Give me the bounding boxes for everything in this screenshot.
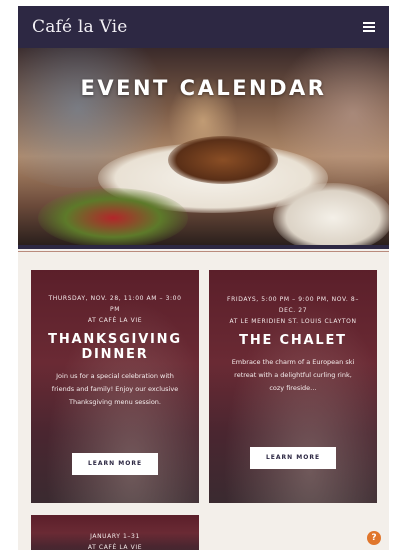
- event-date-text: THURSDAY, NOV. 28, 11:00 AM – 3:00 PM: [48, 295, 182, 313]
- event-title[interactable]: THE CHALET: [209, 333, 377, 348]
- event-location-text: AT CAFÉ LA VIE: [87, 544, 143, 550]
- event-date: THURSDAY, NOV. 28, 11:00 AM – 3:00 PM AT…: [31, 293, 199, 326]
- hero-photo-side-plate: [273, 183, 389, 245]
- hero-divider-accent: [18, 251, 389, 252]
- hamburger-menu-icon[interactable]: [363, 22, 375, 32]
- event-date-text: JANUARY 1–31: [90, 533, 140, 540]
- event-card-chalet[interactable]: FRIDAYS, 5:00 PM – 9:00 PM, NOV. 8–DEC. …: [209, 270, 377, 503]
- event-card-thanksgiving[interactable]: THURSDAY, NOV. 28, 11:00 AM – 3:00 PM AT…: [31, 270, 199, 503]
- learn-more-button[interactable]: LEARN MORE: [72, 453, 158, 475]
- page-title: EVENT CALENDAR: [80, 76, 327, 100]
- top-navigation-bar: Café la Vie: [18, 6, 389, 48]
- event-card-january[interactable]: JANUARY 1–31 AT CAFÉ LA VIE: [31, 515, 199, 550]
- page-viewport: Café la Vie EVENT CALENDAR THURSDAY, NOV…: [18, 6, 389, 550]
- event-date-text: FRIDAYS, 5:00 PM – 9:00 PM, NOV. 8–DEC. …: [227, 296, 359, 314]
- event-date: JANUARY 1–31 AT CAFÉ LA VIE: [31, 531, 199, 550]
- event-description: Embrace the charm of a European ski retr…: [231, 358, 355, 392]
- help-icon[interactable]: ?: [367, 531, 381, 545]
- event-title[interactable]: THANKSGIVING DINNER: [31, 332, 199, 362]
- event-description: Join us for a special celebration with f…: [51, 372, 179, 406]
- hero-divider: [18, 245, 389, 249]
- brand-logo[interactable]: Café la Vie: [32, 17, 128, 37]
- event-location-text: AT LE MERIDIEN ST. LOUIS CLAYTON: [229, 318, 357, 325]
- event-location-text: AT CAFÉ LA VIE: [87, 317, 143, 324]
- hero-photo-food: [168, 136, 278, 184]
- hero-banner: EVENT CALENDAR: [18, 48, 389, 245]
- learn-more-button[interactable]: LEARN MORE: [250, 447, 336, 469]
- hero-photo-salad: [38, 188, 188, 245]
- event-date: FRIDAYS, 5:00 PM – 9:00 PM, NOV. 8–DEC. …: [209, 294, 377, 327]
